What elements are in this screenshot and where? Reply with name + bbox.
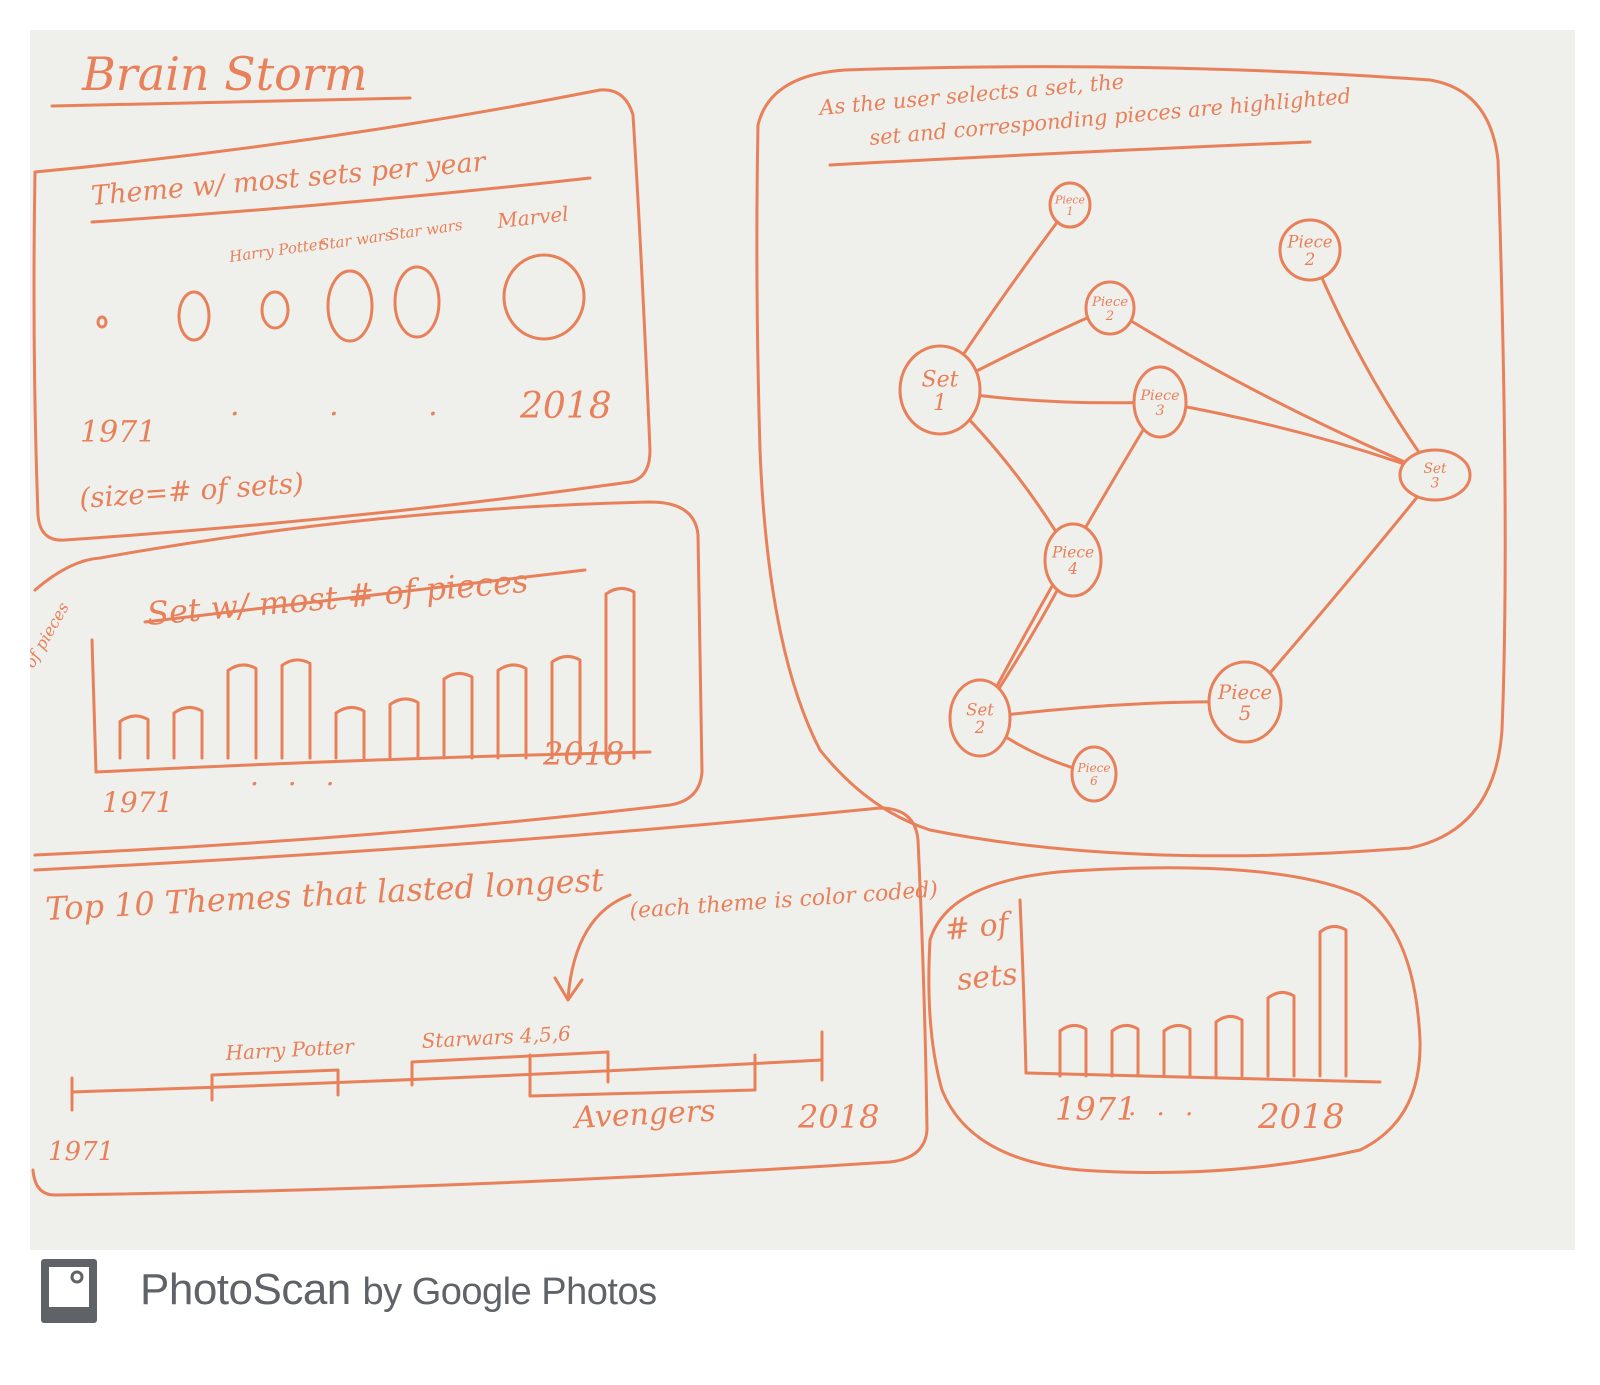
panel-timeline-start-year: 1971 — [48, 1137, 114, 1167]
theme-label-marvel: Marvel — [495, 202, 570, 233]
theme-circle-4 — [326, 269, 374, 343]
node-set3-label-2: 3 — [1431, 475, 1440, 491]
panel-themes-end-year: 2018 — [519, 386, 612, 427]
panel-pieces-y-axis — [90, 638, 98, 774]
photoscan-icon — [41, 1259, 97, 1323]
edge-p5-set3 — [1243, 473, 1437, 704]
sets-bar-2 — [1110, 1024, 1140, 1078]
panel-timeline-title: Top 10 Themes that lasted longest — [44, 861, 604, 928]
theme-circle-5 — [393, 265, 441, 339]
panel-sets-x-axis — [1024, 1071, 1382, 1084]
footer: PhotoScan by Google Photos — [0, 1250, 1600, 1385]
panel-sets-end-year: 2018 — [1257, 1097, 1345, 1137]
span-starwars — [410, 1050, 610, 1087]
panel-sets-ylabel-line2: sets — [955, 957, 1019, 998]
node-p3-label-2: 3 — [1155, 403, 1164, 419]
panel-sets-bars — [1058, 925, 1348, 1078]
sets-bar-3 — [1162, 1024, 1192, 1078]
theme-label-star-wars-2: Star wars — [388, 216, 464, 244]
footer-sub: by Google Photos — [362, 1271, 658, 1313]
panel-pieces-start-year: 1971 — [102, 786, 173, 819]
panel-pieces-ylabel: # of pieces — [30, 599, 73, 687]
node-set1-label-1: Set — [922, 368, 959, 393]
span-avengers-label: Avengers — [571, 1094, 717, 1136]
sets-bar-6 — [1318, 925, 1348, 1078]
footer-brand-line: PhotoScan by Google Photos — [140, 1265, 657, 1315]
theme-circle-6 — [502, 253, 586, 341]
panel-themes-border — [32, 88, 652, 542]
panel-sets-y-axis — [1018, 898, 1028, 1075]
pieces-bar-7 — [442, 672, 474, 760]
whiteboard-photo: Brain Storm Theme w/ most sets per year … — [30, 30, 1575, 1250]
span-avengers — [528, 1053, 757, 1098]
panel-pieces-ellipsis: . . . — [250, 759, 345, 792]
theme-circle-2 — [177, 290, 211, 342]
edge-set2-p5 — [978, 700, 1247, 720]
sets-bar-1 — [1058, 1024, 1088, 1078]
panel-themes-start-year: 1971 — [80, 415, 156, 450]
pieces-bar-8 — [496, 663, 528, 760]
network-nodes: Set1Set2Set3Piece1Piece2Piece2Piece3Piec… — [898, 181, 1472, 803]
pieces-bar-1 — [118, 714, 150, 760]
node-set1-label-2: 1 — [933, 391, 947, 416]
panel-sets-start-year: 1971 — [1055, 1090, 1136, 1128]
panel-timeline-note: (each theme is color coded) — [629, 877, 939, 924]
pieces-bar-2 — [172, 706, 204, 760]
timeline-axis — [70, 1058, 824, 1094]
span-starwars-label: Starwars 4,5,6 — [421, 1021, 572, 1053]
pieces-bar-3 — [226, 663, 258, 760]
node-p2a-label-2: 2 — [1105, 309, 1114, 324]
node-p3-label-1: Piece — [1139, 388, 1179, 404]
whiteboard-sketch: Brain Storm Theme w/ most sets per year … — [30, 47, 1507, 1197]
panel-timeline-end-year: 2018 — [797, 1098, 879, 1136]
panel-timeline-border — [31, 806, 929, 1197]
panel-sets-ylabel: # of — [943, 906, 1015, 948]
footer-brand: PhotoScan — [140, 1265, 351, 1314]
node-p2b-label-1: Piece — [1286, 233, 1332, 252]
network-edges — [938, 203, 1437, 776]
node-p6-label-2: 6 — [1090, 774, 1098, 788]
panel-themes-note: (size=# of sets) — [78, 466, 305, 515]
node-p2a-label-1: Piece — [1091, 295, 1128, 310]
node-p5-label-1: Piece — [1217, 681, 1272, 704]
pieces-bar-6 — [388, 697, 420, 760]
pieces-bar-4 — [280, 658, 312, 760]
node-p1-label-2: 1 — [1067, 205, 1074, 218]
panel-pieces-title: Set w/ most # of pieces — [145, 562, 529, 633]
span-harry-potter-label: Harry Potter — [224, 1034, 356, 1065]
sets-bar-5 — [1266, 991, 1296, 1078]
panel-themes-title: Theme w/ most sets per year — [90, 146, 489, 212]
pieces-bar-10 — [604, 587, 636, 760]
panel-pieces-end-year: 2018 — [542, 735, 624, 773]
theme-circle-3 — [260, 290, 290, 330]
theme-label-harry-potter: Harry Potter — [227, 235, 327, 266]
theme-circle-1 — [96, 315, 108, 329]
panel-sets-ellipsis: . . . — [1128, 1092, 1199, 1122]
pieces-bar-5 — [334, 706, 366, 760]
node-set2-label-2: 2 — [974, 718, 986, 737]
theme-label-star-wars-1: Star wars — [318, 226, 394, 254]
node-p4-label-2: 4 — [1067, 560, 1078, 578]
board-title: Brain Storm — [81, 47, 367, 101]
node-set2-label-1: Set — [966, 701, 994, 720]
node-p2b-label-2: 2 — [1304, 250, 1316, 269]
node-p5-label-2: 5 — [1239, 702, 1252, 725]
sets-bar-4 — [1214, 1015, 1244, 1078]
panel-themes-ellipsis: . . . — [230, 388, 478, 423]
annotation-arrow — [566, 893, 632, 1000]
